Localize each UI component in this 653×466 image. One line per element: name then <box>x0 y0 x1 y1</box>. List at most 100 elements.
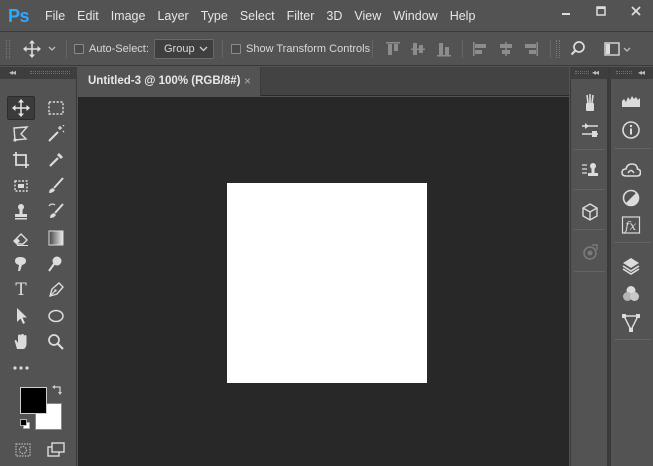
healing-brush-tool[interactable] <box>7 174 35 198</box>
document-tab-title: Untitled-3 @ 100% (RGB/8#) <box>88 75 241 87</box>
menu-image[interactable]: Image <box>106 0 153 32</box>
swap-colors-button[interactable] <box>51 385 63 397</box>
align-top-edges-button[interactable] <box>385 40 401 58</box>
close-icon <box>630 6 641 16</box>
patch-icon <box>14 180 28 192</box>
expand-panels-icon[interactable]: ◂◂ <box>638 67 645 79</box>
dodge-tool[interactable] <box>42 252 70 276</box>
expand-panels-icon[interactable]: ◂◂ <box>592 67 599 79</box>
menu-view[interactable]: View <box>349 0 388 32</box>
dock-divider <box>614 242 651 243</box>
move-tool[interactable] <box>7 96 35 120</box>
smudge-tool[interactable] <box>7 252 35 276</box>
3d-panel-button[interactable] <box>575 200 605 224</box>
brushes-panel-button[interactable] <box>575 91 605 115</box>
shape-tool[interactable] <box>42 304 70 328</box>
paths-icon <box>622 314 640 332</box>
svg-text:fx: fx <box>624 219 636 233</box>
gradient-tool[interactable] <box>42 226 70 250</box>
search-button[interactable] <box>569 40 589 58</box>
menu-window[interactable]: Window <box>388 0 444 32</box>
dock-divider <box>574 271 605 272</box>
menu-file[interactable]: File <box>40 0 72 32</box>
marquee-tool[interactable] <box>42 96 70 120</box>
menu-layer[interactable]: Layer <box>152 0 195 32</box>
channels-icon <box>623 286 639 301</box>
align-horizontal-centers-button[interactable] <box>498 40 514 58</box>
toolbar-header[interactable]: ◂◂ <box>0 67 77 79</box>
chevron-down-icon <box>199 46 208 52</box>
minimize-button[interactable] <box>548 0 583 22</box>
quick-mask-button[interactable] <box>9 438 37 462</box>
lasso-tool[interactable] <box>7 122 35 146</box>
zoom-tool[interactable] <box>42 330 70 354</box>
gradient-icon <box>48 230 64 246</box>
document-tab[interactable]: Untitled-3 @ 100% (RGB/8#) × <box>78 67 261 96</box>
hand-icon <box>14 334 27 349</box>
crop-tool[interactable] <box>7 148 35 172</box>
clone-stamp-tool[interactable] <box>7 200 35 224</box>
adjustments-panel-button[interactable] <box>616 186 646 210</box>
brush-tool[interactable] <box>42 174 70 198</box>
menu-edit[interactable]: Edit <box>72 0 106 32</box>
show-transform-checkbox[interactable] <box>231 44 241 54</box>
align-bottom-edges-button[interactable] <box>436 40 452 58</box>
libraries-panel-button[interactable] <box>616 159 646 183</box>
dodge-icon <box>48 256 62 272</box>
smudge-icon <box>15 257 26 271</box>
history-brush-tool[interactable] <box>42 200 70 224</box>
histogram-panel-button[interactable] <box>616 89 646 113</box>
align-right-edges-button[interactable] <box>523 40 539 58</box>
edit-toolbar-button[interactable] <box>7 356 35 380</box>
default-colors-button[interactable] <box>20 419 31 430</box>
panel-dock-header[interactable]: ◂◂ <box>570 67 608 79</box>
brush-settings-panel-button[interactable] <box>575 118 605 142</box>
tool-preset-picker[interactable] <box>22 40 60 58</box>
align-right-icon <box>525 42 538 56</box>
document-canvas[interactable] <box>227 183 427 383</box>
eyedropper-icon <box>49 153 63 167</box>
menu-filter[interactable]: Filter <box>282 0 322 32</box>
eyedropper-tool[interactable] <box>42 148 70 172</box>
rectangular-marquee-icon <box>48 101 64 115</box>
workspace-switcher[interactable] <box>603 40 633 58</box>
channels-panel-button[interactable] <box>616 282 646 306</box>
screen-mode-icon <box>47 442 65 457</box>
canvas-area[interactable] <box>78 97 569 466</box>
screen-mode-button[interactable] <box>42 438 70 462</box>
paths-panel-button[interactable] <box>616 311 646 335</box>
collapse-toolbar-icon[interactable]: ◂◂ <box>9 67 16 79</box>
foreground-color-swatch[interactable] <box>20 387 47 414</box>
magic-wand-tool[interactable] <box>42 122 70 146</box>
close-tab-icon[interactable]: × <box>244 74 251 88</box>
app-logo[interactable]: Ps <box>8 6 30 27</box>
window-controls <box>548 0 653 22</box>
type-tool[interactable]: T <box>7 278 35 302</box>
align-vertical-centers-button[interactable] <box>410 40 426 58</box>
clone-source-panel-button[interactable] <box>575 159 605 183</box>
menu-3d[interactable]: 3D <box>321 0 349 32</box>
info-panel-button[interactable] <box>616 118 646 142</box>
restore-button[interactable] <box>583 0 618 22</box>
panel-dock-header[interactable]: ◂◂ <box>610 67 653 79</box>
brush-icon <box>49 177 64 193</box>
align-left-edges-button[interactable] <box>472 40 488 58</box>
auto-select-target-dropdown[interactable]: Group <box>154 39 214 59</box>
pen-tool[interactable] <box>42 278 70 302</box>
menu-select[interactable]: Select <box>235 0 282 32</box>
close-button[interactable] <box>618 0 653 22</box>
hand-tool[interactable] <box>7 330 35 354</box>
auto-select-target-value: Group <box>164 43 195 55</box>
layers-panel-button[interactable] <box>616 254 646 278</box>
eraser-tool[interactable] <box>7 226 35 250</box>
menu-type[interactable]: Type <box>196 0 235 32</box>
menu-bar: Ps File Edit Image Layer Type Select Fil… <box>0 0 653 32</box>
menu-help[interactable]: Help <box>445 0 483 32</box>
styles-panel-button[interactable]: fx <box>616 213 646 237</box>
path-selection-tool[interactable] <box>7 304 35 328</box>
swap-arrow-icon <box>52 385 62 395</box>
timeline-panel-button[interactable] <box>575 240 605 264</box>
options-bar-grip[interactable] <box>6 40 10 59</box>
auto-select-checkbox[interactable] <box>74 44 84 54</box>
more-dots-icon <box>13 366 29 370</box>
